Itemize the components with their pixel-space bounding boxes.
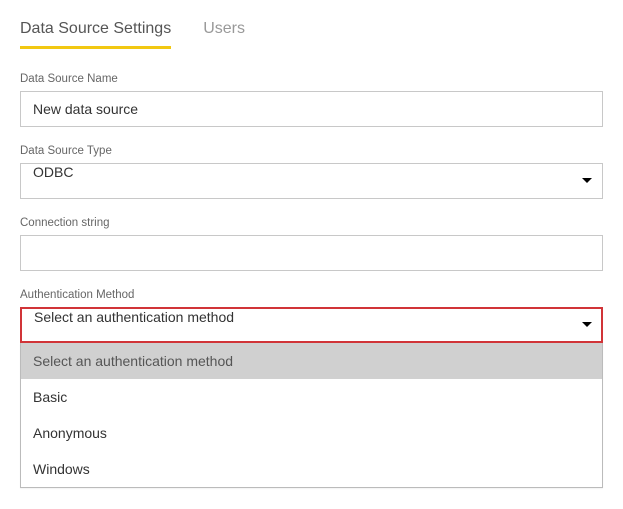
option-basic[interactable]: Basic [21, 379, 602, 415]
label-connection-string: Connection string [20, 217, 603, 229]
field-data-source-name: Data Source Name [20, 73, 603, 127]
input-connection-string[interactable] [20, 235, 603, 271]
field-connection-string: Connection string [20, 217, 603, 271]
label-data-source-name: Data Source Name [20, 73, 603, 85]
label-data-source-type: Data Source Type [20, 145, 603, 157]
option-anonymous[interactable]: Anonymous [21, 415, 602, 451]
dropdown-authentication-method: Select an authentication method Basic An… [20, 343, 603, 488]
option-windows[interactable]: Windows [21, 451, 602, 487]
label-authentication-method: Authentication Method [20, 289, 603, 301]
field-authentication-method: Authentication Method Select an authenti… [20, 289, 603, 488]
tab-data-source-settings[interactable]: Data Source Settings [20, 20, 171, 49]
field-data-source-type: Data Source Type ODBC [20, 145, 603, 199]
select-authentication-method[interactable]: Select an authentication method [20, 307, 603, 343]
tab-bar: Data Source Settings Users [20, 20, 603, 49]
input-data-source-name[interactable] [20, 91, 603, 127]
option-placeholder[interactable]: Select an authentication method [21, 343, 602, 379]
tab-users[interactable]: Users [203, 20, 245, 49]
select-data-source-type[interactable]: ODBC [20, 163, 603, 199]
